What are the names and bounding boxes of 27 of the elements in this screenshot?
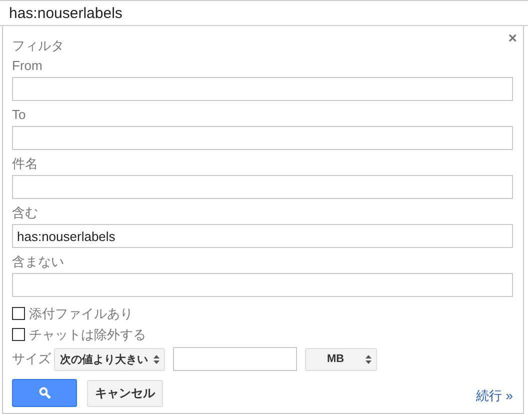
field-label: 含む [12,204,39,221]
field-label: 含まない [12,253,65,270]
checkbox-label: チャットは除外する [29,326,146,344]
updown-icon [365,354,372,364]
input-field[interactable] [12,77,513,101]
cancel-button[interactable]: キャンセル [87,380,163,407]
unit-select[interactable]: MB [305,348,377,370]
close-icon[interactable]: × [508,30,517,47]
checkbox-label: 添付ファイルあり [29,304,133,322]
field-label: To [12,106,27,123]
search-field[interactable]: has:nouserlabels [0,0,528,26]
checkbox[interactable] [12,307,25,320]
size-input[interactable] [173,347,297,371]
field-label: 件名 [12,155,39,172]
continue-link[interactable]: 続行 » [476,387,513,405]
size-label: サイズ [12,350,51,368]
comparator-select[interactable]: 次の値より大きい [54,348,165,370]
search-icon [38,387,50,399]
input-field[interactable] [12,175,513,199]
updown-icon [153,354,160,364]
search-button[interactable] [12,379,77,407]
input-field[interactable] [12,126,513,150]
input-field[interactable] [12,273,513,297]
checkbox[interactable] [12,328,25,341]
input-field[interactable]: has:nouserlabels [12,224,513,248]
panel-title: フィルタ [12,38,65,54]
field-label: From [12,57,44,74]
